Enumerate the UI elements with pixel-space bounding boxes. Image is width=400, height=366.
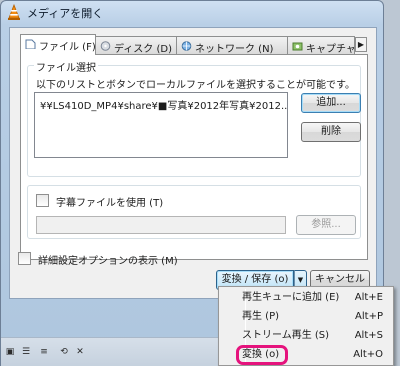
dialog-body: ファイル (F) ディスク (D) ネットワーク (N) キャプチャーデ ▶ フ… — [9, 27, 377, 303]
chevron-down-icon: ▼ — [297, 276, 304, 284]
add-file-button[interactable]: 追加... — [301, 93, 361, 113]
file-icon — [25, 39, 36, 49]
advanced-options-label: 詳細設定オプションの表示 (M) — [38, 256, 178, 267]
convert-save-dropdown-menu: 再生キューに追加 (E) Alt+E 再生 (P) Alt+P ストリーム再生 … — [218, 286, 394, 366]
menu-item-label: 再生キューに追加 (E) — [242, 292, 340, 303]
playlist-icon[interactable]: ≡ — [37, 346, 51, 358]
tab-capture-label: キャプチャーデ — [306, 44, 355, 54]
menu-item-label: ストリーム再生 (S) — [242, 330, 330, 341]
tab-strip: ファイル (F) ディスク (D) ネットワーク (N) キャプチャーデ ▶ — [20, 34, 367, 55]
menu-item-enqueue[interactable]: 再生キューに追加 (E) Alt+E — [221, 289, 391, 307]
menu-item-label: 再生 (P) — [242, 311, 280, 322]
chevron-right-icon: ▶ — [357, 40, 365, 49]
subtitle-group: 字幕ファイルを使用 (T) 参照... — [27, 185, 361, 239]
equalizer-icon[interactable]: ☰ — [19, 346, 33, 358]
menu-item-play[interactable]: 再生 (P) Alt+P — [221, 308, 391, 326]
title-bar[interactable]: メディアを開く — [1, 1, 383, 23]
network-icon — [181, 41, 192, 51]
subtitle-browse-button: 参照... — [296, 215, 356, 235]
file-selection-group: ファイル選択 以下のリストとボタンでローカルファイルを選択することが可能です。 … — [27, 59, 361, 177]
disc-icon — [100, 41, 111, 51]
file-list[interactable]: ¥¥LS410D_MP4¥share¥■写真¥2012年写真¥2012... — [34, 92, 288, 158]
tab-disc[interactable]: ディスク (D) — [95, 36, 177, 54]
tab-network[interactable]: ネットワーク (N) — [176, 36, 288, 54]
subtitle-checkbox-label: 字幕ファイルを使用 (T) — [56, 198, 164, 209]
subtitle-checkbox[interactable] — [36, 194, 49, 207]
remove-file-button[interactable]: 削除 — [301, 122, 361, 142]
tab-network-label: ネットワーク (N) — [195, 44, 274, 54]
tab-file[interactable]: ファイル (F) — [20, 34, 96, 55]
file-selection-group-label: ファイル選択 — [34, 59, 98, 74]
vlc-cone-icon — [8, 4, 20, 20]
menu-item-convert[interactable]: 変換 (o) Alt+O — [221, 345, 391, 365]
frame-icon[interactable]: ▣ — [3, 346, 17, 358]
menu-item-stream[interactable]: ストリーム再生 (S) Alt+S — [221, 327, 391, 345]
menu-item-shortcut: Alt+P — [355, 311, 383, 322]
tab-capture[interactable]: キャプチャーデ — [287, 36, 355, 54]
tab-scroll-right-button[interactable]: ▶ — [355, 37, 367, 52]
advanced-options-checkbox[interactable] — [18, 252, 31, 265]
menu-item-shortcut: Alt+S — [354, 330, 383, 341]
file-tab-panel: ファイル選択 以下のリストとボタンでローカルファイルを選択することが可能です。 … — [20, 54, 368, 260]
tab-file-label: ファイル (F) — [39, 42, 96, 53]
subtitle-file-field — [36, 216, 286, 234]
file-selection-hint: 以下のリストとボタンでローカルファイルを選択することが可能です。 — [36, 80, 355, 91]
loop-icon[interactable]: ⟲ — [57, 346, 71, 358]
menu-item-shortcut: Alt+E — [354, 292, 383, 303]
file-list-item[interactable]: ¥¥LS410D_MP4¥share¥■写真¥2012年写真¥2012... — [40, 97, 287, 112]
menu-item-shortcut: Alt+O — [353, 349, 383, 360]
highlight-ring-annotation — [236, 345, 288, 365]
shuffle-icon[interactable]: ✕ — [73, 346, 87, 358]
window-title: メディアを開く — [27, 7, 104, 20]
tab-disc-label: ディスク (D) — [114, 44, 172, 54]
capture-icon — [292, 42, 303, 51]
player-controls-bar: ▣ ☰ ≡ ⟲ ✕ — [1, 337, 219, 366]
